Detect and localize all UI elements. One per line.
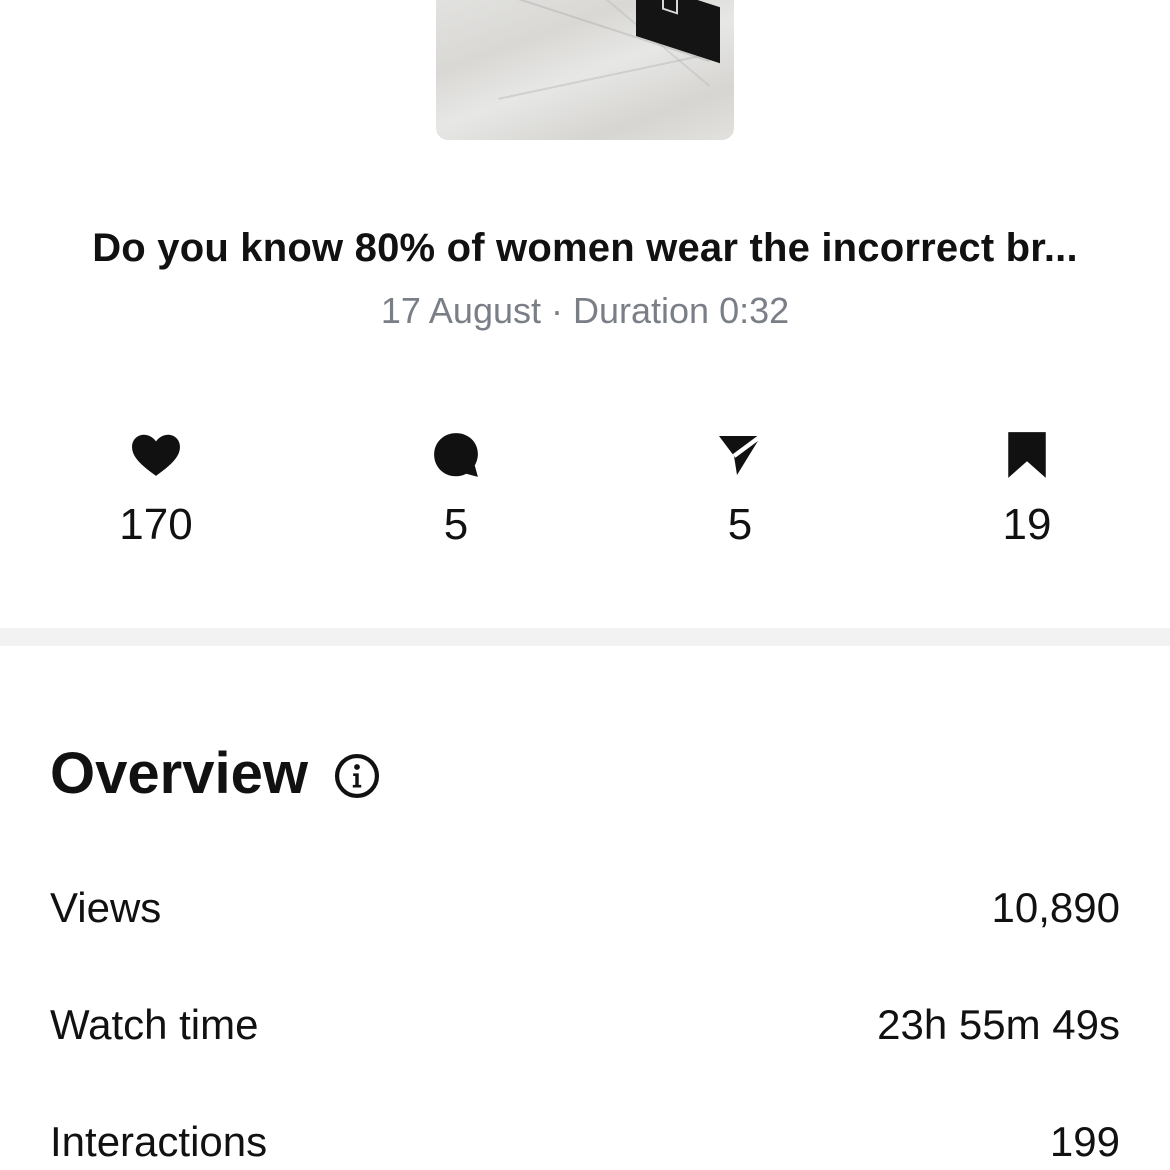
overview-title: Overview <box>50 741 308 806</box>
comments-stat: 5 <box>376 430 536 550</box>
views-value: 10,890 <box>991 884 1120 931</box>
likes-count: 170 <box>119 500 193 549</box>
post-date: 17 August <box>380 290 541 331</box>
info-icon[interactable] <box>334 753 380 799</box>
thumbnail-fold <box>498 52 714 100</box>
interactions-label: Interactions <box>50 1118 268 1165</box>
meta-separator: · <box>541 290 573 331</box>
post-duration: Duration 0:32 <box>573 290 790 331</box>
saves-count: 19 <box>1002 500 1052 549</box>
comment-icon <box>376 430 536 480</box>
views-label: Views <box>50 884 162 931</box>
post-thumbnail[interactable] <box>436 0 734 140</box>
overview-row-views[interactable]: Views 10,890 <box>50 884 1120 932</box>
post-meta: 17 August · Duration 0:32 <box>0 290 1170 332</box>
bookmark-icon <box>947 430 1107 480</box>
watch-time-label: Watch time <box>50 1001 259 1048</box>
overview-row-interactions[interactable]: Interactions 199 <box>50 1118 1120 1166</box>
interactions-value: 199 <box>1049 1118 1120 1165</box>
overview-header: Overview <box>50 740 380 807</box>
shares-count: 5 <box>727 500 753 549</box>
saves-stat: 19 <box>947 430 1107 550</box>
comments-count: 5 <box>443 500 469 549</box>
thumbnail-object <box>636 0 720 64</box>
share-icon <box>660 430 820 480</box>
section-divider <box>0 628 1170 646</box>
overview-row-watch-time[interactable]: Watch time 23h 55m 49s <box>50 1001 1120 1049</box>
heart-icon <box>76 430 236 480</box>
shares-stat: 5 <box>660 430 820 550</box>
likes-stat: 170 <box>76 430 236 550</box>
watch-time-value: 23h 55m 49s <box>877 1001 1120 1048</box>
post-title: Do you know 80% of women wear the incorr… <box>92 226 1078 270</box>
